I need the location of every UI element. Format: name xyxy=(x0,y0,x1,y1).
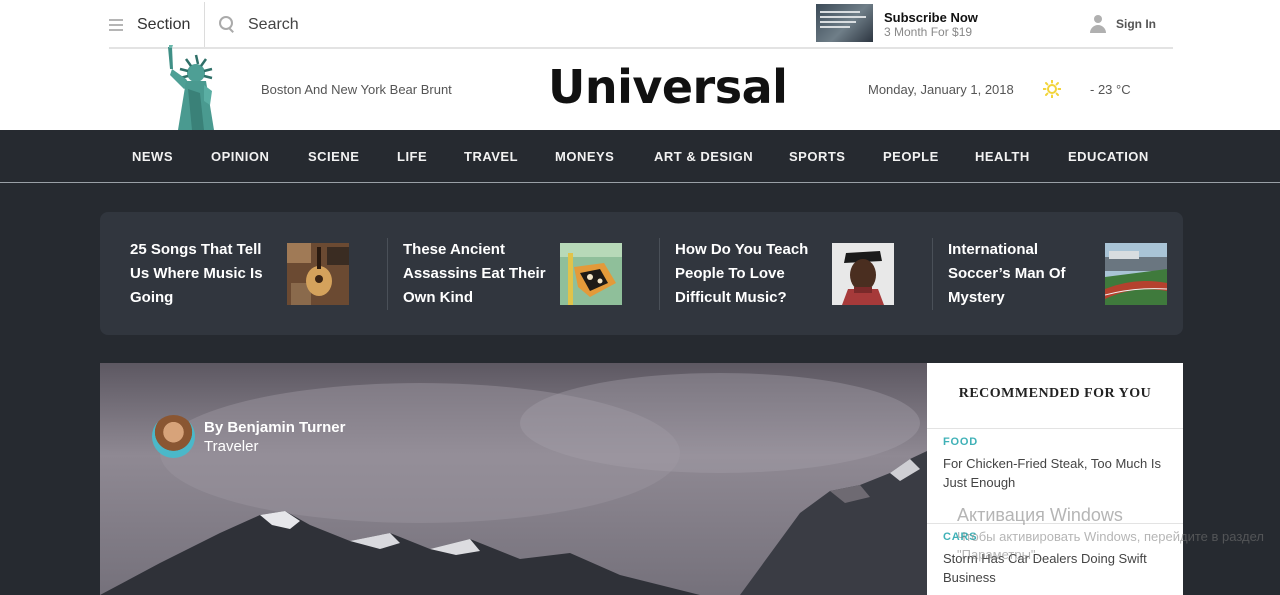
recommended-title: RECOMMENDED FOR YOU xyxy=(958,386,1152,401)
user-icon xyxy=(1090,15,1106,33)
statue-of-liberty-image xyxy=(168,45,214,130)
hamburger-icon xyxy=(109,18,123,31)
trending-divider xyxy=(932,238,933,310)
sun-icon xyxy=(1043,80,1061,98)
recommended-category[interactable]: FOOD xyxy=(943,436,1173,448)
recommended-item[interactable]: FOOD For Chicken-Fried Steak, Too Much I… xyxy=(943,436,1173,492)
search-box[interactable] xyxy=(219,2,548,47)
trending-title[interactable]: International Soccer’s Man Of Mystery xyxy=(948,238,1096,310)
main-nav: NEWS OPINION SCIENE LIFE TRAVEL MONEYS A… xyxy=(0,130,1280,183)
nav-item-science[interactable]: SCIENE xyxy=(308,149,359,164)
subscribe-promo[interactable]: Subscribe Now 3 Month For $19 xyxy=(816,4,978,42)
site-logo[interactable]: Universal xyxy=(548,60,788,114)
stadium-thumbnail xyxy=(1105,243,1167,305)
nav-item-moneys[interactable]: MONEYS xyxy=(555,149,614,164)
author-role: Traveler xyxy=(204,437,259,455)
recommended-headline[interactable]: For Chicken-Fried Steak, Too Much Is Jus… xyxy=(943,454,1173,492)
subscribe-price: 3 Month For $19 xyxy=(884,25,973,39)
nav-item-life[interactable]: LIFE xyxy=(397,149,427,164)
sign-in-button[interactable]: Sign In xyxy=(1090,15,1156,33)
search-icon[interactable] xyxy=(219,16,236,33)
mountain-landscape-image xyxy=(100,363,927,595)
author-byline[interactable]: By Benjamin Turner Traveler xyxy=(152,415,345,458)
trending-divider xyxy=(387,238,388,310)
trending-item[interactable]: 25 Songs That Tell Us Where Music Is Goi… xyxy=(130,238,350,310)
subscribe-title: Subscribe Now xyxy=(884,10,978,25)
nav-item-travel[interactable]: TRAVEL xyxy=(464,149,518,164)
temperature: - 23 °C xyxy=(1090,82,1131,97)
trending-strip: 25 Songs That Tell Us Where Music Is Goi… xyxy=(100,212,1183,335)
section-menu-button[interactable]: Section xyxy=(109,2,205,47)
portrait-thumbnail xyxy=(832,243,894,305)
author-name[interactable]: By Benjamin Turner xyxy=(204,418,345,437)
header-tagline[interactable]: Boston And New York Bear Brunt xyxy=(261,82,452,97)
nav-item-education[interactable]: EDUCATION xyxy=(1068,149,1149,164)
windows-activation-watermark-text: Чтобы активировать Windows, перейдите в … xyxy=(957,529,1264,562)
subscribe-thumbnail xyxy=(816,4,873,42)
current-date: Monday, January 1, 2018 xyxy=(868,82,1014,97)
trending-title[interactable]: 25 Songs That Tell Us Where Music Is Goi… xyxy=(130,238,278,310)
trending-item[interactable]: How Do You Teach People To Love Difficul… xyxy=(675,238,895,310)
trending-item[interactable]: These Ancient Assassins Eat Their Own Ki… xyxy=(403,238,623,310)
nav-item-health[interactable]: HEALTH xyxy=(975,149,1030,164)
hero-image[interactable]: By Benjamin Turner Traveler xyxy=(100,363,927,595)
trending-title[interactable]: These Ancient Assassins Eat Their Own Ki… xyxy=(403,238,551,310)
guitar-thumbnail xyxy=(287,243,349,305)
nav-item-art-design[interactable]: ART & DESIGN xyxy=(654,149,753,164)
avatar[interactable] xyxy=(152,415,195,458)
section-label: Section xyxy=(137,15,191,33)
nav-item-news[interactable]: NEWS xyxy=(132,149,173,164)
trending-item[interactable]: International Soccer’s Man Of Mystery xyxy=(948,238,1168,310)
nav-item-people[interactable]: PEOPLE xyxy=(883,149,939,164)
nav-item-opinion[interactable]: OPINION xyxy=(211,149,269,164)
sign-in-label: Sign In xyxy=(1116,17,1156,31)
recommended-divider xyxy=(927,428,1183,429)
butterfly-thumbnail xyxy=(560,243,622,305)
top-utility-bar: Section Subscribe Now 3 Month For $19 Si… xyxy=(109,0,1173,49)
trending-divider xyxy=(659,238,660,310)
search-input[interactable] xyxy=(248,15,548,34)
trending-title[interactable]: How Do You Teach People To Love Difficul… xyxy=(675,238,823,310)
nav-item-sports[interactable]: SPORTS xyxy=(789,149,845,164)
windows-activation-watermark-title: Активация Windows xyxy=(957,505,1123,525)
